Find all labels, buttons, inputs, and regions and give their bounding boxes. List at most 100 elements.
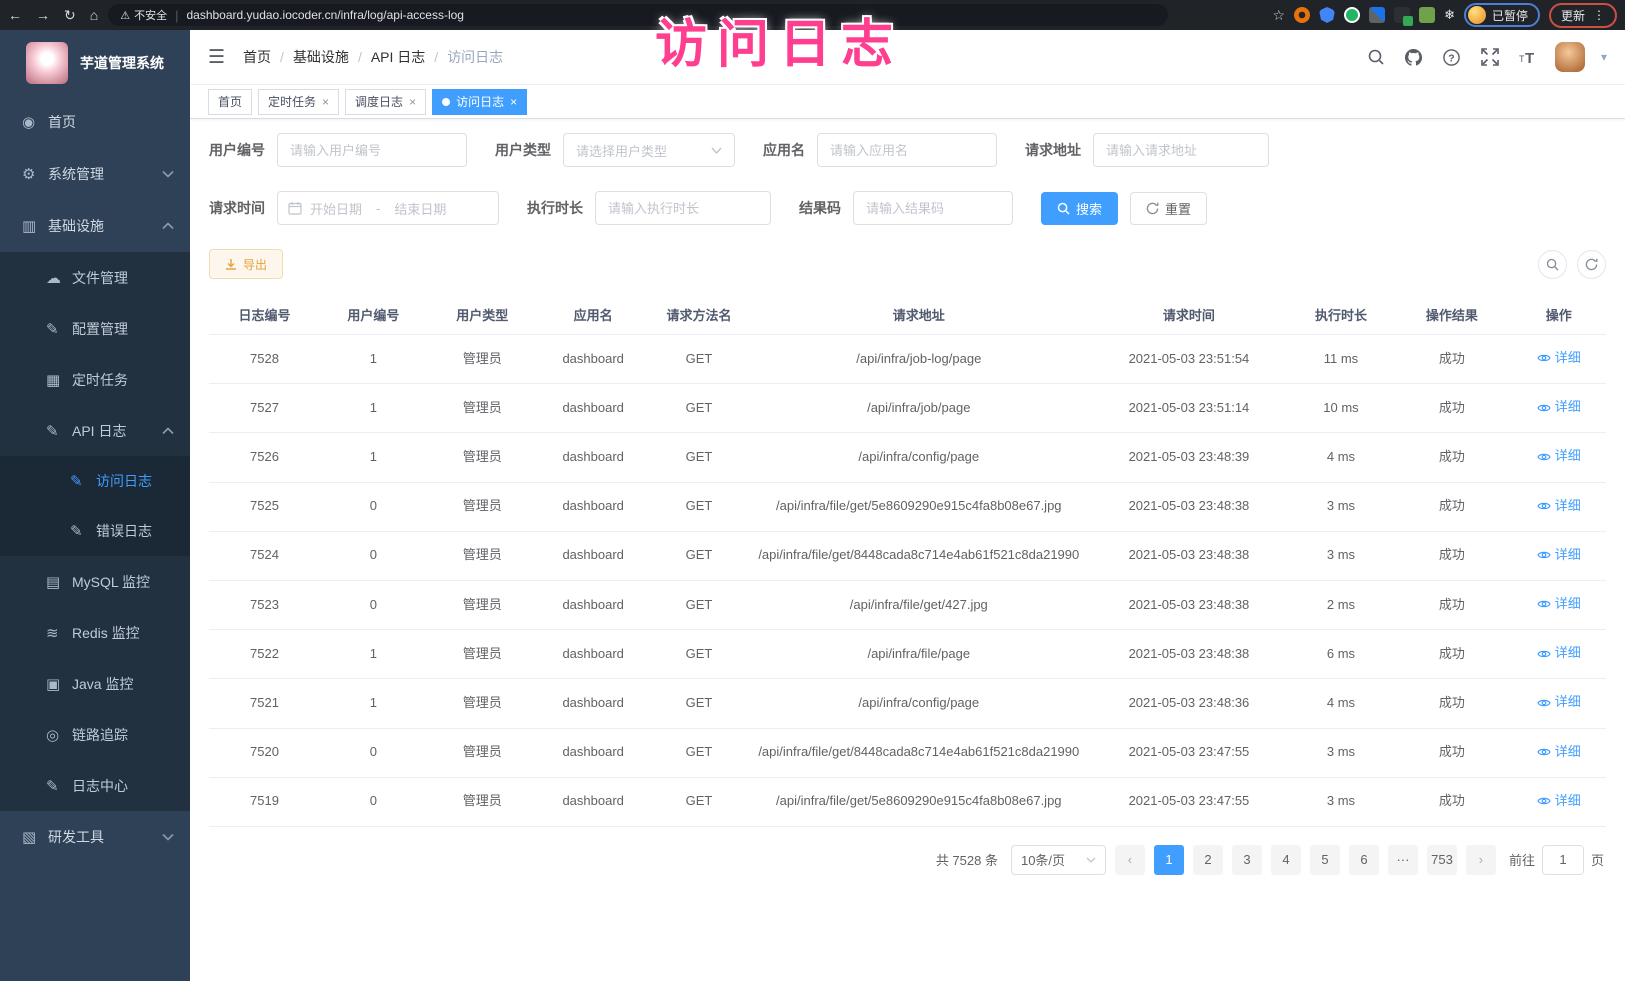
search-button[interactable]: 搜索 (1041, 192, 1118, 225)
cell-url: /api/infra/config/page (749, 433, 1088, 482)
cell-method: GET (649, 482, 750, 531)
not-secure-warning-icon: ⚠ (120, 9, 130, 22)
sidebar-item-java-monitor[interactable]: ▣ Java 监控 (0, 658, 190, 709)
detail-link[interactable]: 详细 (1537, 692, 1581, 713)
breadcrumb-item[interactable]: 首页 (243, 47, 271, 67)
app-logo[interactable]: 芋道管理系统 (0, 30, 190, 96)
sidebar-item-dev-tools[interactable]: ▧ 研发工具 (0, 811, 190, 863)
bookmark-star-icon[interactable]: ☆ (1273, 7, 1286, 24)
log-icon: ✎ (46, 422, 72, 440)
close-icon[interactable]: × (510, 95, 517, 109)
table-header-row: 日志编号 用户编号 用户类型 应用名 请求方法名 请求地址 请求时间 执行时长 … (209, 295, 1606, 335)
sidebar-item-error-log[interactable]: ✎ 错误日志 (0, 506, 190, 556)
font-size-icon[interactable]: TT (1517, 46, 1539, 68)
page-button[interactable]: 6 (1349, 845, 1379, 875)
detail-link[interactable]: 详细 (1537, 545, 1581, 566)
user-type-select[interactable]: 请选择用户类型 (563, 133, 735, 167)
cell-result: 成功 (1392, 482, 1511, 531)
sidebar-item-access-log[interactable]: ✎ 访问日志 (0, 456, 190, 506)
extension-icon[interactable] (1369, 7, 1385, 23)
col-user-type: 用户类型 (427, 295, 538, 335)
page-button[interactable]: 2 (1193, 845, 1223, 875)
cell-log-id: 7521 (209, 679, 320, 728)
sidebar-item-file-manage[interactable]: ☁ 文件管理 (0, 252, 190, 303)
browser-forward-icon[interactable]: → (36, 7, 50, 24)
browser-home-icon[interactable]: ⌂ (90, 7, 98, 24)
user-id-input[interactable] (277, 133, 467, 167)
more-pages-button[interactable]: ··· (1388, 845, 1418, 875)
page-button[interactable]: 4 (1271, 845, 1301, 875)
help-icon[interactable]: ? (1441, 46, 1463, 68)
cell-log-id: 7526 (209, 433, 320, 482)
breadcrumb-item[interactable]: API 日志 (371, 47, 425, 67)
sidebar-item-redis-monitor[interactable]: ≋ Redis 监控 (0, 607, 190, 658)
duration-input[interactable] (595, 191, 771, 225)
toggle-search-button[interactable] (1538, 250, 1567, 279)
sidebar-item-config-manage[interactable]: ✎ 配置管理 (0, 303, 190, 354)
sidebar-item-scheduled-job[interactable]: ▦ 定时任务 (0, 354, 190, 405)
page-button[interactable]: 1 (1154, 845, 1184, 875)
prev-page-button[interactable]: ‹ (1115, 845, 1145, 875)
detail-link[interactable]: 详细 (1537, 643, 1581, 664)
tab-scheduled-job[interactable]: 定时任务 × (258, 89, 339, 115)
detail-link[interactable]: 详细 (1537, 496, 1581, 517)
refresh-button[interactable] (1577, 250, 1606, 279)
detail-link[interactable]: 详细 (1537, 594, 1581, 615)
page-button[interactable]: 753 (1427, 845, 1457, 875)
tab-home[interactable]: 首页 (208, 89, 252, 115)
request-url-input[interactable] (1093, 133, 1269, 167)
extension-icon[interactable] (1419, 7, 1435, 23)
extension-icon[interactable] (1344, 7, 1360, 23)
sidebar-toggle-hamburger-icon[interactable]: ☰ (208, 46, 225, 69)
sidebar-item-system[interactable]: ⚙ 系统管理 (0, 148, 190, 200)
sidebar-item-api-log[interactable]: ✎ API 日志 (0, 405, 190, 456)
app-name-input[interactable] (817, 133, 997, 167)
browser-reload-icon[interactable]: ↻ (64, 7, 76, 24)
reset-button[interactable]: 重置 (1130, 192, 1207, 225)
request-time-range-picker[interactable]: 开始日期 - 结束日期 (277, 191, 499, 225)
sidebar-item-mysql-monitor[interactable]: ▤ MySQL 监控 (0, 556, 190, 607)
extension-icon[interactable]: ❄ (1444, 7, 1455, 23)
sidebar-item-home[interactable]: ◉ 首页 (0, 96, 190, 148)
tab-job-log[interactable]: 调度日志 × (345, 89, 426, 115)
cell-app-name: dashboard (538, 531, 649, 580)
export-button[interactable]: 导出 (209, 249, 283, 279)
user-avatar[interactable] (1555, 42, 1585, 72)
profile-paused-pill[interactable]: 已暂停 (1464, 3, 1540, 27)
detail-link[interactable]: 详细 (1537, 446, 1581, 467)
detail-link[interactable]: 详细 (1537, 348, 1581, 369)
fullscreen-icon[interactable] (1479, 46, 1501, 68)
github-icon[interactable] (1403, 46, 1425, 68)
calendar-icon (288, 201, 302, 215)
close-icon[interactable]: × (322, 95, 329, 109)
cell-user-id: 1 (320, 335, 427, 384)
browser-menu-kebab-icon[interactable]: ⋮ (1593, 8, 1605, 22)
goto-page-input[interactable] (1542, 845, 1584, 875)
search-icon[interactable] (1365, 46, 1387, 68)
filter-form-row-2: 请求时间 开始日期 - 结束日期 执行时长 结果码 (209, 191, 1606, 225)
cell-action: 详细 (1511, 679, 1606, 728)
breadcrumb-item[interactable]: 基础设施 (293, 47, 349, 67)
browser-back-icon[interactable]: ← (8, 7, 22, 24)
result-code-input[interactable] (853, 191, 1013, 225)
sidebar-item-infra[interactable]: ▥ 基础设施 (0, 200, 190, 252)
browser-update-button[interactable]: 更新 ⋮ (1549, 3, 1617, 28)
close-icon[interactable]: × (409, 95, 416, 109)
page-size-select[interactable]: 10条/页 (1011, 845, 1106, 875)
address-bar[interactable]: ⚠ 不安全 | dashboard.yudao.iocoder.cn/infra… (108, 4, 1168, 26)
detail-link[interactable]: 详细 (1537, 742, 1581, 763)
col-user-id: 用户编号 (320, 295, 427, 335)
detail-link[interactable]: 详细 (1537, 397, 1581, 418)
user-menu-caret-icon[interactable]: ▾ (1601, 50, 1607, 64)
page-button[interactable]: 5 (1310, 845, 1340, 875)
extension-shield-icon[interactable] (1319, 7, 1335, 23)
sidebar-item-trace[interactable]: ◎ 链路追踪 (0, 709, 190, 760)
sidebar-item-log-center[interactable]: ✎ 日志中心 (0, 760, 190, 811)
next-page-button[interactable]: › (1466, 845, 1496, 875)
detail-link[interactable]: 详细 (1537, 791, 1581, 812)
col-action: 操作 (1511, 295, 1606, 335)
page-button[interactable]: 3 (1232, 845, 1262, 875)
extension-icon[interactable] (1294, 7, 1310, 23)
extension-icon[interactable] (1394, 7, 1410, 23)
tab-access-log[interactable]: 访问日志 × (432, 89, 527, 115)
